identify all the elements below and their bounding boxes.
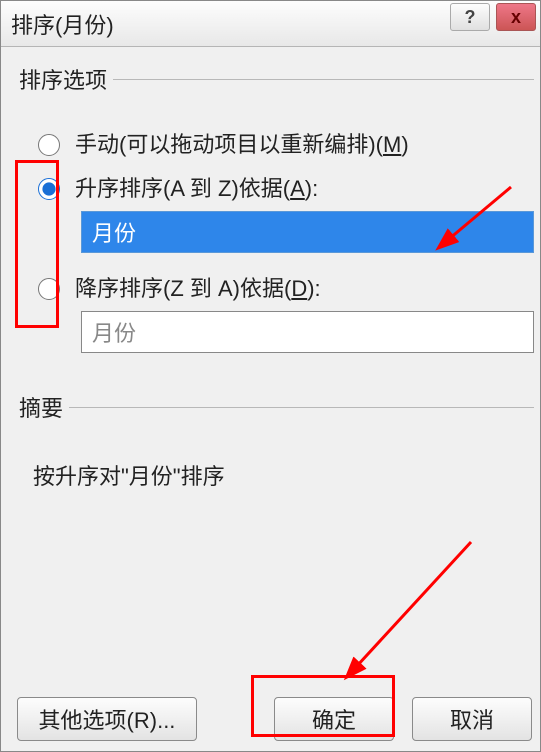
manual-sort-row: 手动(可以拖动项目以重新编排)(M) [33, 127, 534, 159]
ascending-label[interactable]: 升序排序(A 到 Z)依据(A): [75, 171, 318, 203]
manual-label[interactable]: 手动(可以拖动项目以重新编排)(M) [75, 127, 409, 159]
dialog-body: 排序选项 手动(可以拖动项目以重新编排)(M) 升序排序(A 到 Z)依据(A)… [1, 47, 540, 751]
descending-label[interactable]: 降序排序(Z 到 A)依据(D): [75, 271, 321, 303]
help-icon: ? [465, 7, 476, 28]
summary-group: 摘要 按升序对"月份"排序 [19, 391, 534, 491]
ok-button[interactable]: 确定 [274, 697, 394, 741]
titlebar-buttons: ? x [450, 3, 536, 31]
ascending-radio[interactable] [38, 178, 60, 200]
descending-field-value: 月份 [92, 316, 136, 348]
manual-radio[interactable] [38, 134, 60, 156]
descending-field-combo[interactable]: 月份 [81, 311, 534, 353]
titlebar: 排序(月份) ? x [1, 1, 540, 47]
ascending-sort-row: 升序排序(A 到 Z)依据(A): [33, 171, 534, 203]
ascending-field-value: 月份 [92, 216, 136, 248]
close-button[interactable]: x [496, 3, 536, 31]
window-title: 排序(月份) [11, 8, 114, 40]
sort-options-group: 排序选项 手动(可以拖动项目以重新编排)(M) 升序排序(A 到 Z)依据(A)… [19, 63, 534, 371]
sort-dialog: 排序(月份) ? x 排序选项 手动(可以拖动项目以重新编排)(M) 升序排序(… [0, 0, 541, 752]
ascending-field-combo[interactable]: 月份 [81, 211, 534, 253]
more-options-button[interactable]: 其他选项(R)... [17, 697, 197, 741]
cancel-button[interactable]: 取消 [412, 697, 532, 741]
summary-text: 按升序对"月份"排序 [33, 459, 534, 491]
summary-legend: 摘要 [19, 391, 69, 423]
button-bar: 其他选项(R)... 确定 取消 [1, 697, 540, 741]
descending-radio[interactable] [38, 278, 60, 300]
descending-sort-row: 降序排序(Z 到 A)依据(D): [33, 271, 534, 303]
annotation-arrow-bottom [331, 527, 491, 687]
sort-options-legend: 排序选项 [19, 63, 113, 95]
close-icon: x [511, 7, 521, 28]
help-button[interactable]: ? [450, 3, 490, 31]
